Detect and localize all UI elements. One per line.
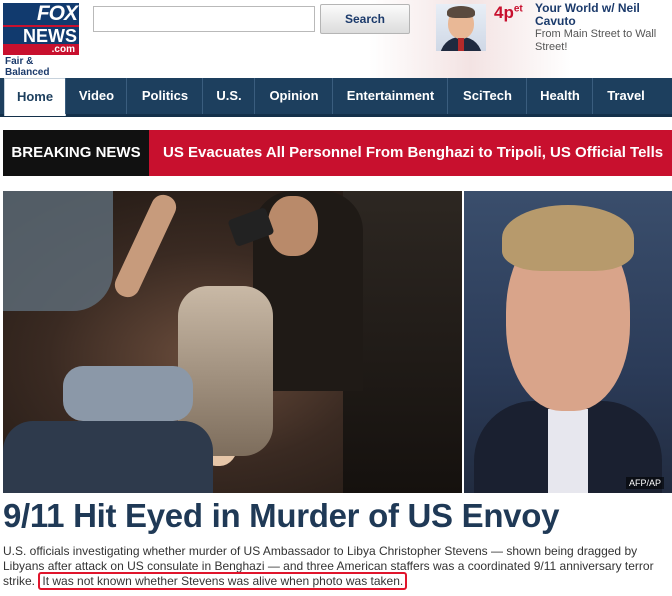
nav-item-scitech[interactable]: SciTech [447,78,527,114]
nav-item-video[interactable]: Video [65,78,127,114]
breaking-news-label: BREAKING NEWS [3,130,149,176]
show-time-hour: 4p [494,3,514,22]
ambassador-photo[interactable]: AFP/AP [464,191,672,493]
site-header: FOX NEWS .com Fair & Balanced Search 4pe… [0,0,672,78]
breaking-news-text[interactable]: US Evacuates All Personnel From Benghazi… [163,130,663,176]
nav-item-home[interactable]: Home [4,78,66,116]
article-summary: U.S. officials investigating whether mur… [3,544,663,590]
host-hair [447,6,475,18]
nav-item-travel[interactable]: Travel [592,78,659,114]
portrait-shirt [548,409,588,493]
nav-item-entertainment[interactable]: Entertainment [332,78,448,114]
nav-item-opinion[interactable]: Opinion [254,78,333,114]
man-head [268,196,318,256]
show-time-zone: et [513,3,523,15]
portrait-hair [502,205,634,271]
host-tie [458,38,464,51]
fox-news-logo[interactable]: FOX NEWS .com Fair & Balanced [3,3,79,78]
logo-news: NEWS [3,25,79,46]
article-headline[interactable]: 9/11 Hit Eyed in Murder of US Envoy [3,497,672,535]
logo-fox: FOX [3,3,79,25]
host-photo[interactable] [436,4,486,51]
show-time: 4pet [494,3,523,23]
highlighted-caption: It was not known whether Stevens was ali… [38,572,408,590]
nav-item-politics[interactable]: Politics [126,78,203,114]
main-nav: Home Video Politics U.S. Opinion Enterta… [0,78,672,117]
search-input[interactable] [93,6,315,32]
nav-item-health[interactable]: Health [526,78,593,114]
breaking-news-bar[interactable]: BREAKING NEWS US Evacuates All Personnel… [3,130,672,176]
crowd-figure-left [3,191,113,311]
person-jeans [63,366,193,421]
logo-tagline: Fair & Balanced [5,56,50,78]
show-description: From Main Street to Wall Street! [535,28,657,53]
nav-item-us[interactable]: U.S. [202,78,255,114]
victim-legs [3,421,213,493]
photo-credit: AFP/AP [625,477,664,489]
logo-com: .com [3,44,79,55]
lead-photo[interactable] [3,191,462,493]
search-button[interactable]: Search [320,4,410,34]
raised-arm [110,191,181,302]
show-title-link[interactable]: Your World w/ Neil Cavuto [535,2,667,28]
